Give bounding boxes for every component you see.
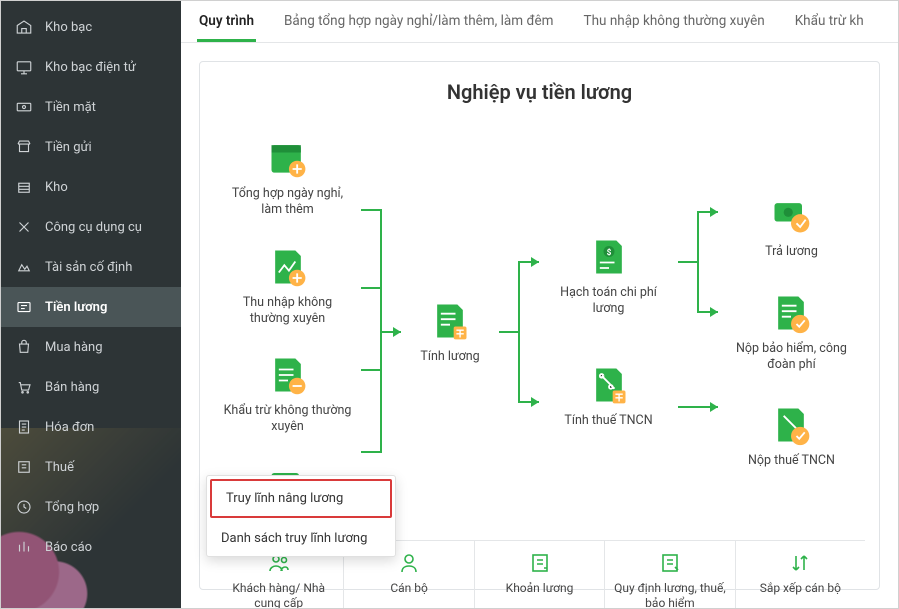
node-tra-luong[interactable]: Trả lương	[765, 194, 818, 260]
node-label: Nộp bảo hiểm, công đoàn phí	[726, 341, 856, 374]
sidebar-item-kho-bac-dien-tu[interactable]: Kho bạc điện tử	[1, 47, 181, 87]
node-tinh-luong[interactable]: Tính lương	[420, 299, 479, 365]
tab-thu-nhap[interactable]: Thu nhập không thường xuyên	[582, 1, 767, 42]
doc-dollar-icon: $	[587, 235, 631, 279]
money-send-icon	[769, 194, 813, 238]
card-title: Nghiệp vụ tiền lương	[214, 80, 865, 104]
treasury-icon	[15, 18, 33, 36]
doc-percent-icon	[587, 363, 631, 407]
sidebar-label: Công cụ dụng cụ	[45, 220, 142, 235]
node-label: Thu nhập không thường xuyên	[223, 295, 353, 328]
cash-icon	[15, 98, 33, 116]
node-nop-thue[interactable]: Nộp thuế TNCN	[748, 403, 835, 469]
tools-icon	[15, 218, 33, 236]
svg-text:$: $	[606, 247, 611, 258]
sidebar-label: Tiền mặt	[45, 100, 96, 115]
node-label: Tính thuế TNCN	[564, 413, 652, 429]
tax-icon	[15, 458, 33, 476]
asset-icon	[15, 258, 33, 276]
cart-icon	[15, 378, 33, 396]
sidebar-item-ban-hang[interactable]: Bán hàng	[1, 367, 181, 407]
bottom-quy-dinh[interactable]: Quy định lương, thuế, bảo hiểm	[604, 541, 734, 608]
doc-shield-icon	[769, 291, 813, 335]
user-icon	[397, 551, 421, 575]
doc-percent-icon	[658, 551, 682, 575]
node-label: Trả lương	[765, 244, 818, 260]
summary-icon	[15, 498, 33, 516]
node-label: Khẩu trừ không thường xuyên	[223, 403, 353, 436]
node-nop-bao-hiem[interactable]: Nộp bảo hiểm, công đoàn phí	[726, 291, 856, 374]
node-label: Nộp thuế TNCN	[748, 453, 835, 469]
sidebar-item-mua-hang[interactable]: Mua hàng	[1, 327, 181, 367]
sidebar-label: Mua hàng	[45, 340, 103, 355]
sidebar-label: Bán hàng	[45, 380, 99, 395]
sidebar-label: Thuế	[45, 460, 74, 475]
sidebar-label: Kho bạc	[45, 20, 92, 35]
bottom-label: Quy định lương, thuế, bảo hiểm	[611, 581, 728, 608]
sidebar-item-kho-bac[interactable]: Kho bạc	[1, 7, 181, 47]
node-label: Tính lương	[420, 349, 479, 365]
node-tong-hop-ngay-nghi[interactable]: Tổng hợp ngày nghỉ, làm thêm	[223, 136, 353, 219]
bottom-sap-xep[interactable]: Sắp xếp cán bộ	[735, 541, 865, 608]
sidebar-label: Tổng hợp	[45, 500, 99, 515]
node-label: Hạch toán chi phí lương	[544, 285, 674, 318]
sidebar-item-tong-hop[interactable]: Tổng hợp	[1, 487, 181, 527]
bottom-khoan-luong[interactable]: Khoản lương	[474, 541, 604, 608]
sidebar-item-tien-mat[interactable]: Tiền mặt	[1, 87, 181, 127]
sidebar-label: Tiền gửi	[45, 140, 92, 155]
node-hach-toan[interactable]: $ Hạch toán chi phí lương	[544, 235, 674, 318]
sidebar-label: Kho	[45, 180, 68, 195]
invoice-icon	[15, 418, 33, 436]
tab-bang-tong-hop[interactable]: Bảng tổng hợp ngày nghỉ/làm thêm, làm đê…	[282, 1, 556, 42]
doc-minus-icon	[266, 353, 310, 397]
warehouse-icon	[15, 178, 33, 196]
connector-left	[361, 136, 401, 528]
calendar-plus-icon	[266, 136, 310, 180]
node-tinh-thue[interactable]: Tính thuế TNCN	[564, 363, 652, 429]
doc-money-icon	[528, 551, 552, 575]
tab-khau-tru[interactable]: Khẩu trừ kh	[793, 1, 866, 42]
node-khau-tru[interactable]: Khẩu trừ không thường xuyên	[223, 353, 353, 436]
doc-percent-send-icon	[769, 403, 813, 447]
tab-quy-trinh[interactable]: Quy trình	[197, 1, 256, 42]
sidebar: Kho bạc Kho bạc điện tử Tiền mặt Tiền gử…	[1, 1, 181, 608]
sidebar-item-thue[interactable]: Thuế	[1, 447, 181, 487]
node-thu-nhap[interactable]: Thu nhập không thường xuyên	[223, 245, 353, 328]
deposit-icon	[15, 138, 33, 156]
connector-right	[678, 136, 718, 528]
sidebar-item-tien-gui[interactable]: Tiền gửi	[1, 127, 181, 167]
tabs: Quy trình Bảng tổng hợp ngày nghỉ/làm th…	[181, 1, 898, 43]
popup-truy-linh-nang-luong[interactable]: Truy lĩnh nâng lương	[210, 479, 392, 518]
monitor-icon	[15, 58, 33, 76]
bottom-label: Cán bộ	[390, 581, 428, 597]
doc-chart-icon	[266, 245, 310, 289]
connector-mid	[499, 136, 539, 528]
sidebar-label: Báo cáo	[45, 540, 92, 555]
sidebar-label: Tiền lương	[45, 300, 107, 315]
salary-icon	[15, 298, 33, 316]
sidebar-label: Hóa đơn	[45, 420, 94, 435]
bottom-label: Sắp xếp cán bộ	[760, 581, 841, 597]
sidebar-item-kho[interactable]: Kho	[1, 167, 181, 207]
bag-icon	[15, 338, 33, 356]
sidebar-label: Tài sản cố định	[45, 260, 132, 275]
bottom-label: Khoản lương	[506, 581, 574, 597]
sidebar-item-tien-luong[interactable]: Tiền lương	[1, 287, 181, 327]
sidebar-item-tai-san[interactable]: Tài sản cố định	[1, 247, 181, 287]
doc-calc-icon	[428, 299, 472, 343]
bottom-label: Khách hàng/ Nhà cung cấp	[220, 581, 337, 608]
sidebar-item-cong-cu[interactable]: Công cụ dụng cụ	[1, 207, 181, 247]
popup-danh-sach-truy-linh[interactable]: Danh sách truy lĩnh lương	[207, 521, 395, 556]
sidebar-label: Kho bạc điện tử	[45, 60, 136, 75]
report-icon	[15, 538, 33, 556]
node-label: Tổng hợp ngày nghỉ, làm thêm	[223, 186, 353, 219]
dropdown-popup: Truy lĩnh nâng lương Danh sách truy lĩnh…	[206, 475, 396, 557]
sidebar-item-bao-cao[interactable]: Báo cáo	[1, 527, 181, 567]
sidebar-item-hoa-don[interactable]: Hóa đơn	[1, 407, 181, 447]
sort-icon	[788, 551, 812, 575]
